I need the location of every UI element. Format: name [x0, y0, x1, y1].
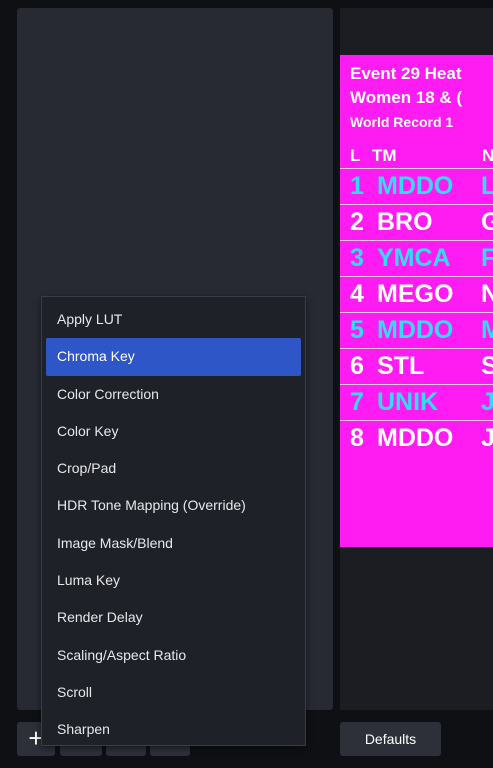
row-lane: 4	[350, 280, 364, 308]
menu-item-chroma-key[interactable]: Chroma Key	[46, 338, 301, 376]
row-team: STL	[377, 352, 425, 380]
row-team: MDDO	[377, 316, 454, 344]
row-team: MDDO	[377, 424, 454, 452]
menu-item-scroll[interactable]: Scroll	[46, 674, 301, 711]
preview-canvas: Event 29 Heat Women 18 & ( World Record …	[340, 55, 493, 547]
preview-row: 5 MDDO M	[340, 312, 493, 348]
row-team: MEGO	[377, 280, 454, 308]
header-lane: L	[350, 146, 361, 165]
row-initial: J	[481, 388, 493, 416]
row-initial: S	[481, 352, 493, 380]
preview-header: L TM N	[350, 146, 493, 166]
defaults-button[interactable]: Defaults	[340, 722, 441, 756]
menu-item-image-mask-blend[interactable]: Image Mask/Blend	[46, 525, 301, 562]
preview-row: 2 BRO G	[340, 204, 493, 240]
preview-row: 7 UNIK J	[340, 384, 493, 420]
row-lane: 5	[350, 316, 364, 344]
row-initial: N	[481, 280, 493, 308]
preview-row: 6 STL S	[340, 348, 493, 384]
menu-item-crop-pad[interactable]: Crop/Pad	[46, 450, 301, 487]
menu-item-hdr-tone-mapping[interactable]: HDR Tone Mapping (Override)	[46, 487, 301, 524]
row-lane: 3	[350, 244, 364, 272]
row-lane: 1	[350, 172, 364, 200]
menu-item-color-key[interactable]: Color Key	[46, 413, 301, 450]
row-team: BRO	[377, 208, 433, 236]
row-lane: 8	[350, 424, 364, 452]
menu-item-apply-lut[interactable]: Apply LUT	[46, 301, 301, 338]
row-team: UNIK	[377, 388, 439, 416]
menu-item-luma-key[interactable]: Luma Key	[46, 562, 301, 599]
header-team: TM	[372, 146, 397, 165]
row-initial: F	[481, 244, 493, 272]
add-filter-menu: Apply LUT Chroma Key Color Correction Co…	[41, 296, 306, 746]
preview-row: 1 MDDO L	[340, 168, 493, 204]
preview-row: 8 MDDO J	[340, 420, 493, 456]
preview-title-line3: World Record 1	[350, 114, 454, 130]
row-initial: M	[481, 316, 493, 344]
menu-item-color-correction[interactable]: Color Correction	[46, 376, 301, 413]
preview-area: Event 29 Heat Women 18 & ( World Record …	[340, 8, 493, 710]
menu-item-render-delay[interactable]: Render Delay	[46, 599, 301, 636]
preview-row: 4 MEGO N	[340, 276, 493, 312]
row-initial: J	[481, 424, 493, 452]
row-team: MDDO	[377, 172, 454, 200]
row-team: YMCA	[377, 244, 451, 272]
menu-item-sharpen[interactable]: Sharpen	[46, 711, 301, 748]
row-initial: G	[481, 208, 493, 236]
preview-title-line1: Event 29 Heat	[350, 64, 462, 83]
row-lane: 2	[350, 208, 364, 236]
preview-rows: 1 MDDO L 2 BRO G 3 YMCA F 4 MEGO N 5 MDDO M 6 STL S …	[340, 168, 493, 456]
header-name: N	[482, 146, 493, 165]
preview-row: 3 YMCA F	[340, 240, 493, 276]
preview-title-line2: Women 18 & (	[350, 88, 463, 107]
row-lane: 7	[350, 388, 364, 416]
row-lane: 6	[350, 352, 364, 380]
menu-item-scaling-aspect-ratio[interactable]: Scaling/Aspect Ratio	[46, 637, 301, 674]
row-initial: L	[481, 172, 493, 200]
